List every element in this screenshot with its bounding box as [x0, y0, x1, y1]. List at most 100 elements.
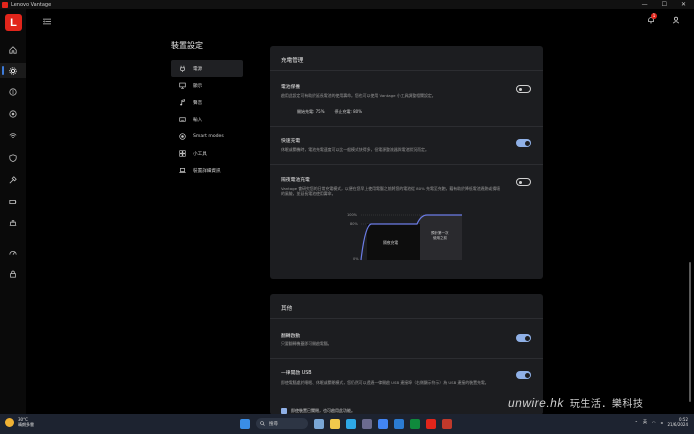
- input-language[interactable]: 英: [643, 419, 647, 425]
- tools-icon[interactable]: [0, 172, 26, 187]
- usb-charge-title: 一律開啟 USB: [281, 371, 312, 376]
- battery-saver-desc: 啟用此設定可有助於延長電池的使用壽命。您也可以使用 Vantage 小工具調整相…: [281, 93, 436, 98]
- window-title: Lenovo Vantage: [11, 1, 52, 8]
- overnight-charge-toggle[interactable]: [516, 178, 531, 186]
- music-icon: [180, 99, 185, 106]
- page-title: 裝置設定: [171, 41, 203, 50]
- lock-icon[interactable]: [0, 266, 26, 281]
- volume-icon[interactable]: ◂: [660, 420, 662, 425]
- overnight-charge-illustration: 100% 80% 0% 隔夜充電 預計第一次 使用之前: [347, 212, 467, 262]
- flip-boot-desc: 只要翻轉機蓋即可開啟電腦。: [281, 341, 332, 346]
- charging-management-card: 充電管理 電池保養 啟用此設定可有助於延長電池的使用壽命。您也可以使用 Vant…: [270, 46, 543, 279]
- nav-item-label: 顯示: [193, 83, 203, 89]
- chrome-icon[interactable]: [378, 418, 388, 429]
- watermark-sub: 玩生活．樂科技: [569, 399, 644, 410]
- stop-charge-threshold[interactable]: 停止充電: 80%: [335, 109, 363, 115]
- dashboard-icon[interactable]: [0, 245, 26, 260]
- nav-item-label: Smart modes: [193, 134, 224, 139]
- plug-icon: [180, 65, 185, 72]
- close-button[interactable]: ✕: [681, 1, 686, 8]
- maximize-button[interactable]: ☐: [662, 1, 667, 8]
- flip-boot-title: 翻轉啟動: [281, 334, 301, 339]
- divider: [270, 70, 543, 71]
- card-title: 充電管理: [281, 58, 304, 64]
- lenovo-logo[interactable]: L: [5, 14, 22, 31]
- y-label-100: 100%: [347, 213, 358, 217]
- watermark-brand: unwire.hk: [508, 396, 564, 410]
- support-icon[interactable]: [0, 106, 26, 121]
- nav-item-device-details[interactable]: 裝置詳細資訊: [171, 162, 243, 179]
- user-account-icon[interactable]: [672, 16, 680, 26]
- overnight-label: 隔夜充電: [383, 240, 398, 245]
- monitor-icon: [179, 82, 186, 89]
- before-use-label-2: 使用之前: [433, 235, 447, 240]
- mcafee-icon[interactable]: [442, 418, 452, 429]
- task-view-icon[interactable]: [314, 418, 324, 429]
- other-settings-card: 其他 翻轉啟動 只要翻轉機蓋即可開啟電腦。 一律開啟 USB 即使電腦處於睡眠、…: [270, 294, 543, 415]
- file-explorer-icon[interactable]: [330, 418, 340, 429]
- nav-item-input[interactable]: 輸入: [171, 111, 243, 128]
- lenovo-vantage-taskbar-icon[interactable]: [426, 418, 436, 429]
- windows-start-icon[interactable]: [240, 418, 250, 429]
- before-use-label-1: 預計第一次: [431, 230, 449, 235]
- page-scrollbar[interactable]: [689, 262, 691, 402]
- keyboard-icon: [179, 117, 186, 122]
- tray-chevron-icon[interactable]: ⌃: [635, 420, 638, 425]
- card-title: 其他: [281, 306, 293, 312]
- overnight-charge-title: 隔夜電池充電: [281, 178, 310, 183]
- nav-item-power[interactable]: 電源: [171, 60, 243, 77]
- divider: [270, 318, 543, 319]
- nav-item-label: 裝置詳細資訊: [193, 168, 221, 174]
- taskbar-search[interactable]: 搜尋: [256, 418, 308, 429]
- nav-item-display[interactable]: 顯示: [171, 77, 243, 94]
- windows-taskbar: 30°C 晴朗多雲 搜尋 ⌃ 英 ◠ ◂ 0:52 21/6/2024: [0, 414, 694, 434]
- battery-saver-toggle[interactable]: [516, 85, 531, 93]
- outlook-icon[interactable]: [394, 418, 404, 429]
- notification-bell-icon[interactable]: 1: [647, 13, 657, 26]
- sun-icon: [5, 417, 14, 427]
- nav-item-label: 輸入: [193, 117, 203, 123]
- nav-item-label: 小工具: [193, 151, 207, 157]
- home-icon[interactable]: [0, 42, 26, 57]
- notification-badge: 1: [651, 13, 657, 19]
- search-placeholder: 搜尋: [269, 421, 278, 427]
- menu-toggle-icon[interactable]: [43, 18, 51, 27]
- edge-browser-icon[interactable]: [346, 418, 356, 429]
- left-rail: L: [0, 9, 26, 414]
- shield-icon[interactable]: [0, 150, 26, 165]
- excel-icon[interactable]: [410, 418, 420, 429]
- nav-item-audio[interactable]: 聲音: [171, 94, 243, 111]
- start-charge-threshold[interactable]: 開始充電: 75%: [297, 109, 325, 115]
- rapid-charge-toggle[interactable]: [516, 139, 531, 147]
- store-icon[interactable]: [362, 418, 372, 429]
- gear-icon[interactable]: [0, 63, 26, 78]
- usb-charge-desc: 即使電腦處於睡眠、休眠或關閉模式，您仍然可以透過一律開啟 USB 連接埠（右側顯…: [281, 380, 489, 385]
- hardware-icon[interactable]: [0, 215, 26, 230]
- search-icon: [260, 421, 265, 426]
- nav-item-smart-modes[interactable]: Smart modes: [171, 128, 243, 145]
- weather-widget[interactable]: 30°C 晴朗多雲: [5, 417, 34, 427]
- usb-charge-toggle[interactable]: [516, 371, 531, 379]
- overnight-charge-desc: Vantage 會研究您的日常充電模式，以便在您早上使用電腦之前將您的電池從 8…: [281, 186, 500, 197]
- rapid-charge-desc: 休眠或關機時，電池充電速度可以比一般模式快得多，但電源整流器與電池狀況而定。: [281, 147, 429, 152]
- widgets-icon: [179, 150, 186, 157]
- y-label-0: 0%: [353, 257, 359, 261]
- settings-nav: 電源 顯示 聲音 輸入 Smart modes 小工具 裝置詳細資訊: [171, 60, 243, 179]
- divider: [270, 126, 543, 127]
- shield-dollar-icon[interactable]: [0, 84, 26, 99]
- battery-icon[interactable]: [0, 194, 26, 209]
- divider: [270, 164, 543, 165]
- flip-boot-toggle[interactable]: [516, 334, 531, 342]
- nav-item-label: 聲音: [193, 100, 203, 106]
- smart-mode-icon: [179, 133, 186, 140]
- weather-desc: 晴朗多雲: [18, 422, 34, 427]
- wifi-icon[interactable]: ◠: [652, 420, 656, 425]
- laptop-icon: [179, 168, 186, 173]
- nav-item-widgets[interactable]: 小工具: [171, 145, 243, 162]
- watermark: unwire.hk 玩生活．樂科技: [508, 395, 643, 410]
- system-clock[interactable]: 0:52 21/6/2024: [667, 417, 688, 427]
- nav-item-label: 電源: [193, 66, 203, 72]
- title-bar: Lenovo Vantage — ☐ ✕: [0, 0, 694, 9]
- minimize-button[interactable]: —: [642, 1, 648, 8]
- wifi-security-icon[interactable]: [0, 128, 26, 143]
